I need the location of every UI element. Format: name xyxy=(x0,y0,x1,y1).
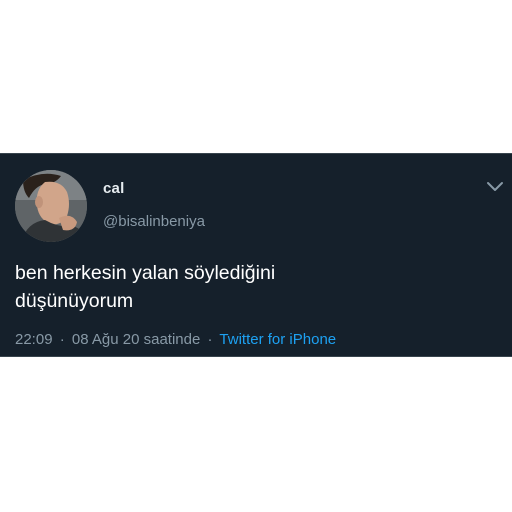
tweet-card: cal @bisalinbeniya ben herkesin yalan sö… xyxy=(0,153,512,357)
separator: · xyxy=(207,331,213,348)
avatar-photo xyxy=(15,170,87,242)
separator: · xyxy=(59,331,65,348)
display-name[interactable]: cal xyxy=(103,180,124,197)
tweet-time[interactable]: 22:09 xyxy=(15,331,53,348)
chevron-down-icon[interactable] xyxy=(486,180,504,192)
tweet-source-link[interactable]: Twitter for iPhone xyxy=(219,331,336,348)
user-handle[interactable]: @bisalinbeniya xyxy=(103,213,205,230)
avatar[interactable] xyxy=(15,170,87,242)
tweet-meta: 22:09 · 08 Ağu 20 saatinde · Twitter for… xyxy=(15,331,336,348)
tweet-text: ben herkesin yalan söylediğini düşünüyor… xyxy=(15,262,276,312)
tweet-date[interactable]: 08 Ağu 20 saatinde xyxy=(72,331,200,348)
